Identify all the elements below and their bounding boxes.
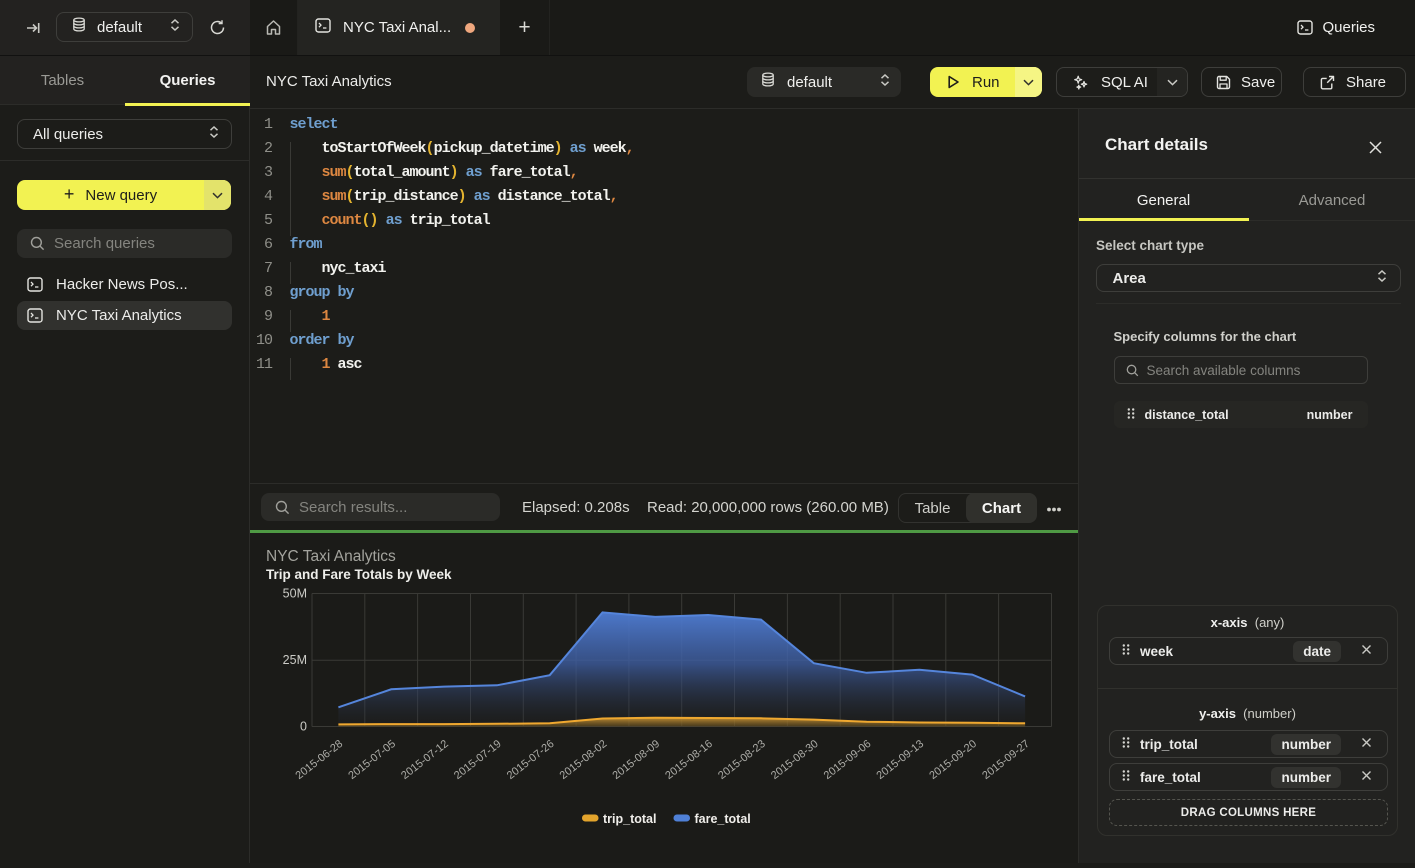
svg-text:fare_total: fare_total — [695, 812, 751, 826]
svg-text:2015-09-20: 2015-09-20 — [927, 738, 979, 782]
svg-text:2015-06-28: 2015-06-28 — [294, 738, 346, 782]
svg-text:25M: 25M — [283, 653, 307, 667]
svg-text:2015-09-06: 2015-09-06 — [822, 738, 874, 782]
svg-text:Trip and Fare Totals by Week: Trip and Fare Totals by Week — [266, 567, 452, 582]
svg-text:2015-07-19: 2015-07-19 — [452, 738, 504, 782]
svg-text:2015-08-02: 2015-08-02 — [558, 738, 610, 782]
svg-text:2015-08-09: 2015-08-09 — [610, 738, 662, 782]
svg-text:2015-08-23: 2015-08-23 — [716, 738, 768, 782]
svg-text:50M: 50M — [283, 587, 307, 601]
svg-text:2015-07-05: 2015-07-05 — [346, 738, 398, 782]
svg-text:0: 0 — [300, 720, 307, 734]
svg-text:2015-07-12: 2015-07-12 — [399, 738, 451, 782]
svg-text:2015-08-30: 2015-08-30 — [769, 738, 821, 782]
svg-text:2015-07-26: 2015-07-26 — [505, 738, 557, 782]
svg-text:trip_total: trip_total — [603, 812, 656, 826]
svg-text:NYC Taxi Analytics: NYC Taxi Analytics — [266, 548, 396, 565]
svg-text:2015-08-16: 2015-08-16 — [663, 738, 715, 782]
svg-text:2015-09-13: 2015-09-13 — [875, 738, 927, 782]
svg-text:2015-09-27: 2015-09-27 — [980, 738, 1032, 782]
